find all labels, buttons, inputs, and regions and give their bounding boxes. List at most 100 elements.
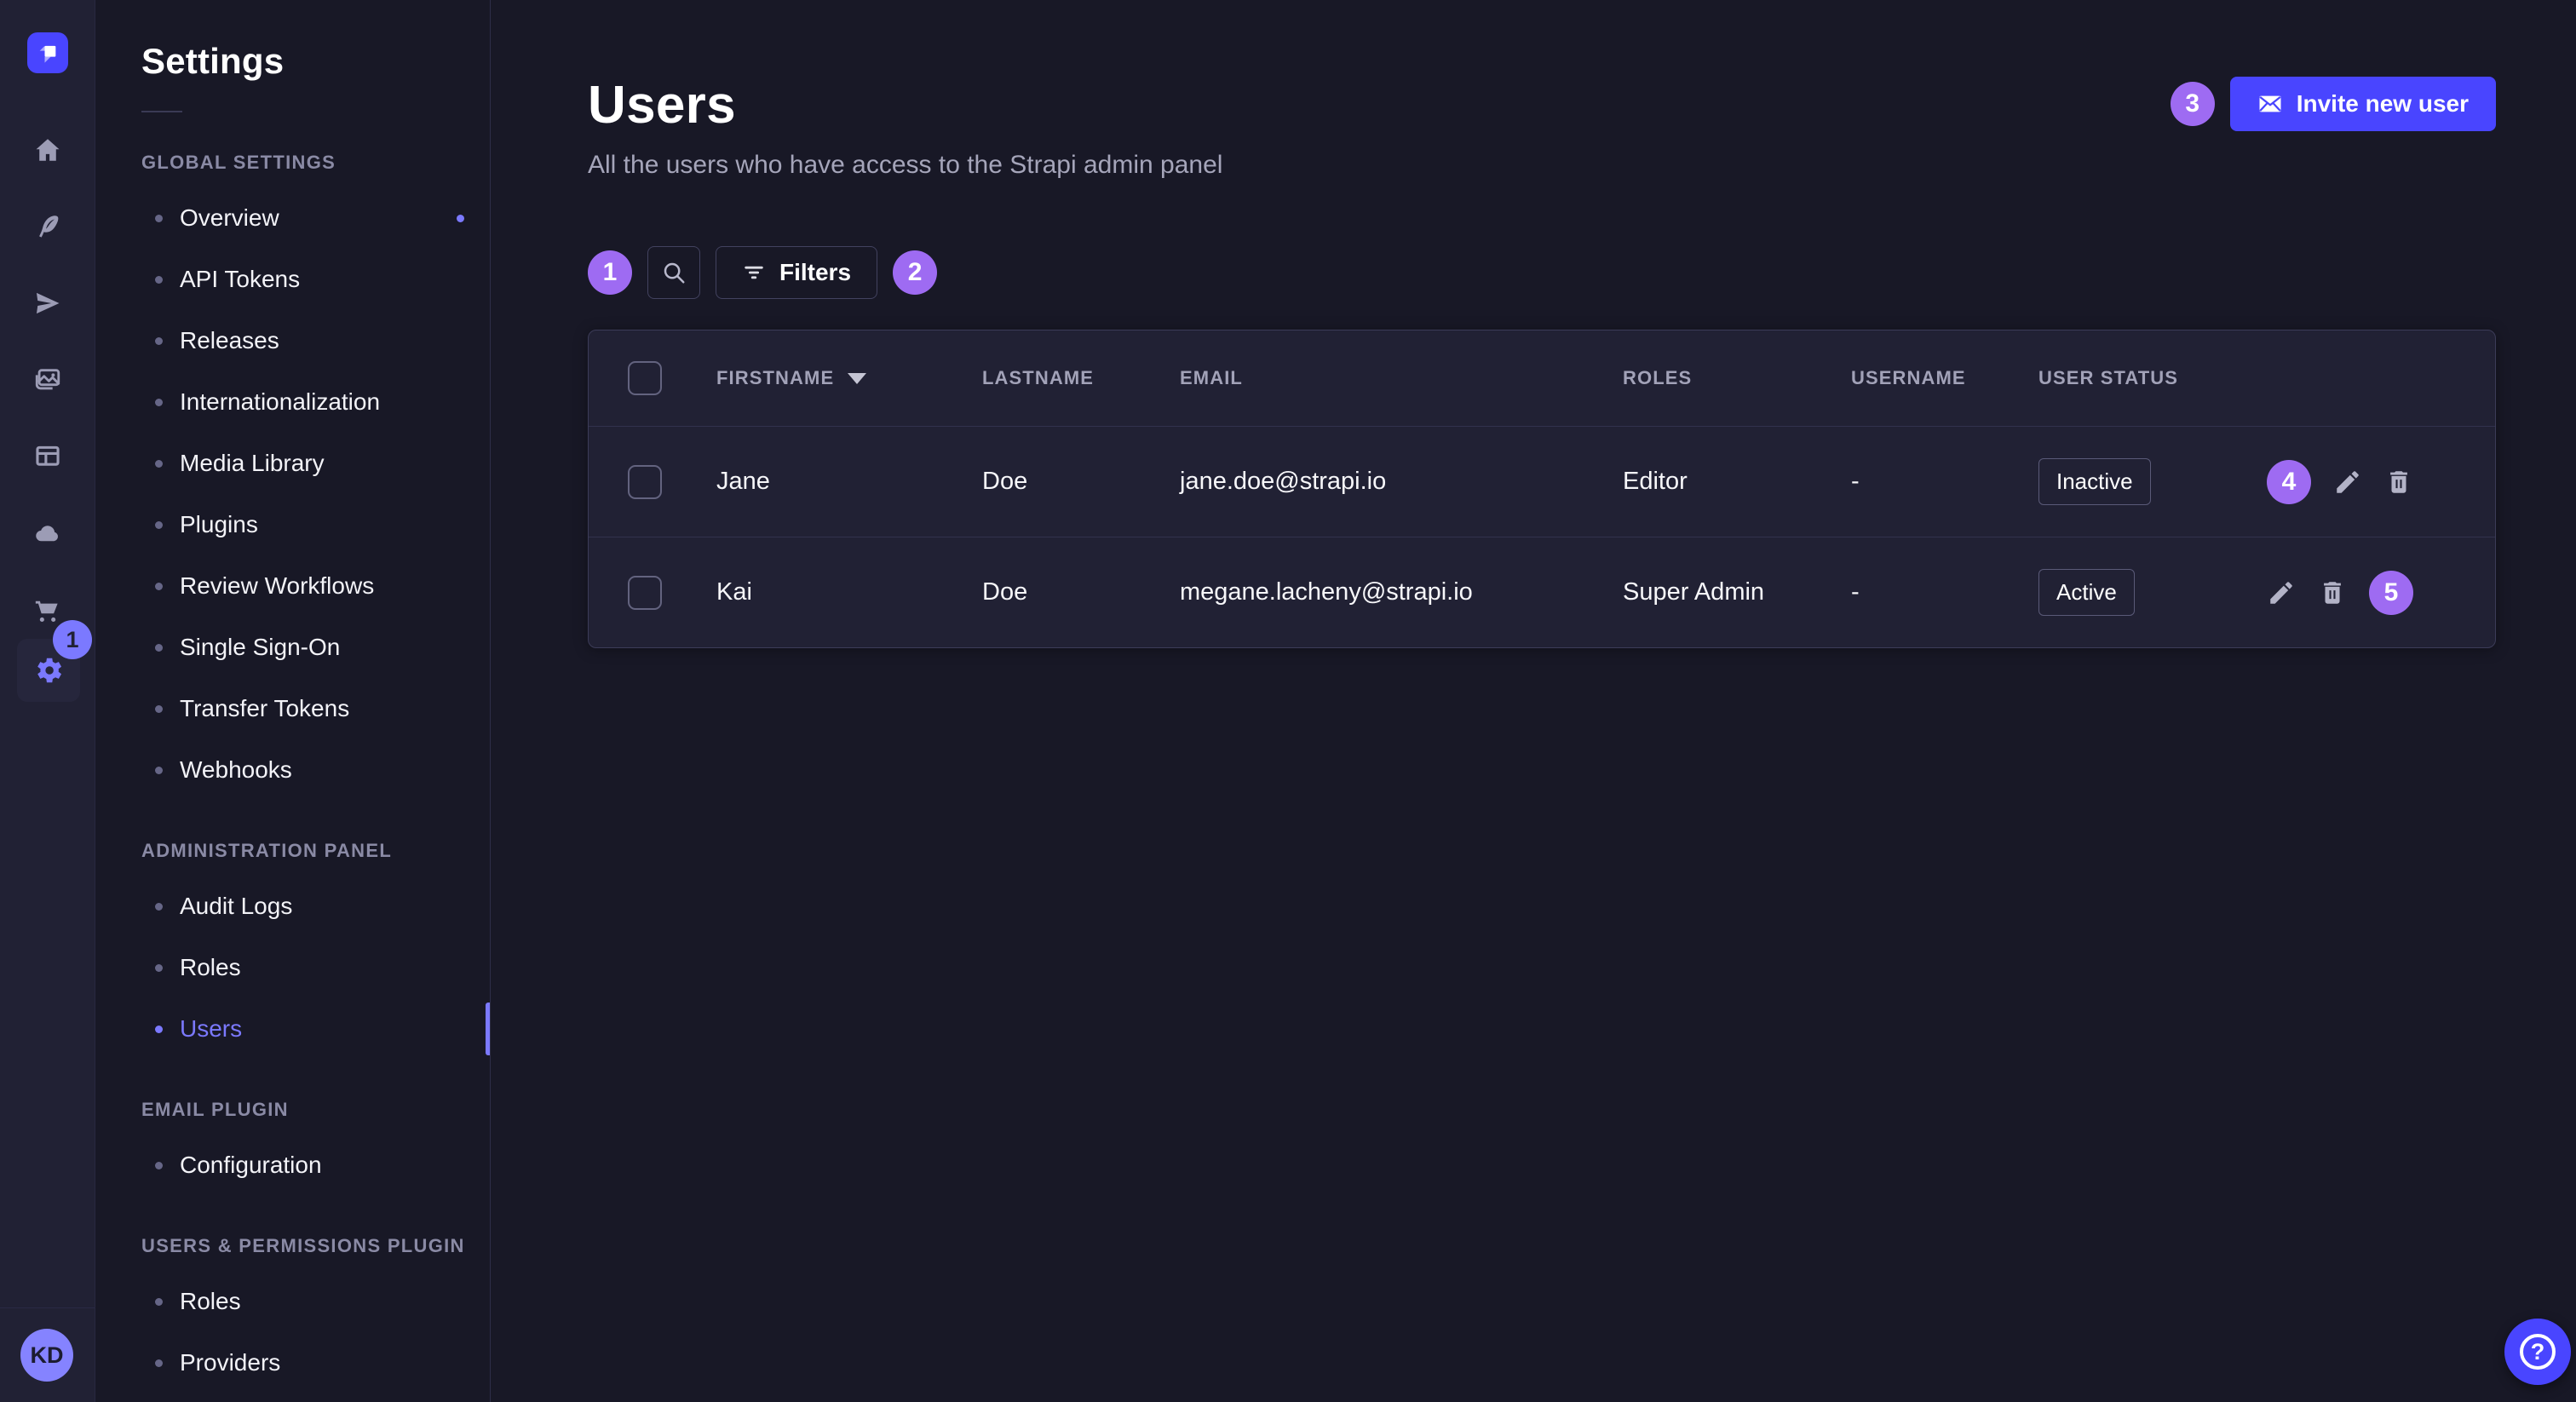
sidebar-item-providers[interactable]: Providers: [95, 1332, 490, 1393]
status-badge: Active: [2038, 569, 2135, 616]
envelope-icon: [2257, 91, 2283, 117]
sidebar-item-admin-roles[interactable]: Roles: [95, 937, 490, 998]
table-row: Kai Doe megane.lacheny@strapi.io Super A…: [589, 537, 2495, 647]
sidebar-item-webhooks[interactable]: Webhooks: [95, 739, 490, 801]
sidebar-item-users[interactable]: Users: [95, 998, 490, 1060]
cell-lastname: Doe: [972, 578, 1170, 606]
nav-content-type-builder-icon[interactable]: [24, 433, 72, 480]
column-header-username: USERNAME: [1841, 367, 2028, 389]
cell-username: -: [1841, 468, 2028, 496]
bullet-icon: [155, 1162, 163, 1169]
bullet-icon: [155, 964, 163, 972]
help-button[interactable]: ?: [2504, 1319, 2571, 1385]
sidebar-title: Settings: [95, 41, 490, 82]
main-content: Users All the users who have access to t…: [491, 0, 2576, 1402]
invite-new-user-button[interactable]: Invite new user: [2230, 77, 2496, 131]
sidebar-item-single-sign-on[interactable]: Single Sign-On: [95, 617, 490, 678]
cell-firstname: Jane: [706, 468, 972, 496]
nav-settings-icon[interactable]: 1: [17, 639, 80, 702]
rail-divider: [0, 1307, 95, 1308]
edit-user-button[interactable]: [2333, 468, 2362, 497]
column-header-roles: ROLES: [1613, 367, 1841, 389]
email-plugin-list: Configuration: [95, 1135, 490, 1196]
column-header-lastname: LASTNAME: [972, 367, 1170, 389]
page-title: Users: [588, 75, 1222, 135]
section-global-settings: GLOBAL SETTINGS: [95, 152, 490, 174]
sidebar-item-review-workflows[interactable]: Review Workflows: [95, 555, 490, 617]
sidebar-item-up-roles[interactable]: Roles: [95, 1271, 490, 1332]
column-header-user-status: USER STATUS: [2028, 367, 2267, 389]
bullet-icon: [155, 1298, 163, 1306]
sidebar-item-internationalization[interactable]: Internationalization: [95, 371, 490, 433]
bullet-icon: [155, 644, 163, 652]
search-button[interactable]: [647, 246, 700, 299]
global-settings-list: Overview API Tokens Releases Internation…: [95, 187, 490, 801]
sidebar-item-audit-logs[interactable]: Audit Logs: [95, 876, 490, 937]
bullet-icon: [155, 337, 163, 345]
column-header-firstname: FIRSTNAME: [716, 367, 834, 389]
nav-media-library-icon[interactable]: [24, 356, 72, 404]
strapi-logo-icon: [36, 41, 60, 65]
nav-deploy-cloud-icon[interactable]: [24, 509, 72, 557]
select-all-checkbox[interactable]: [628, 361, 662, 395]
cell-username: -: [1841, 578, 2028, 606]
row-checkbox[interactable]: [628, 465, 662, 499]
table-row: Jane Doe jane.doe@strapi.io Editor - Ina…: [589, 426, 2495, 537]
sort-desc-icon[interactable]: [848, 373, 866, 384]
annotation-badge-3: 3: [2171, 82, 2215, 126]
bullet-icon: [155, 521, 163, 529]
administration-panel-list: Audit Logs Roles Users: [95, 876, 490, 1060]
settings-notification-badge: 1: [53, 620, 92, 659]
nav-releases-icon[interactable]: [24, 279, 72, 327]
column-header-email: EMAIL: [1170, 367, 1613, 389]
sidebar-item-api-tokens[interactable]: API Tokens: [95, 249, 490, 310]
sidebar-item-transfer-tokens[interactable]: Transfer Tokens: [95, 678, 490, 739]
table-toolbar: 1 Filters 2: [588, 246, 2496, 299]
bullet-icon: [155, 767, 163, 774]
cell-firstname: Kai: [706, 578, 972, 606]
bullet-icon: [155, 276, 163, 284]
section-administration-panel: ADMINISTRATION PANEL: [95, 840, 490, 862]
bullet-icon: [155, 1359, 163, 1367]
main-nav-rail: 1 KD: [0, 0, 95, 1402]
section-email-plugin: EMAIL PLUGIN: [95, 1099, 490, 1121]
search-icon: [661, 260, 687, 285]
delete-user-button[interactable]: [2384, 468, 2413, 497]
cell-roles: Editor: [1613, 468, 1841, 496]
users-permissions-list: Roles Providers: [95, 1271, 490, 1393]
sidebar-item-releases[interactable]: Releases: [95, 310, 490, 371]
strapi-logo[interactable]: [27, 32, 68, 73]
page-header: Users All the users who have access to t…: [588, 75, 2496, 180]
sidebar-title-divider: [141, 111, 182, 112]
bullet-icon: [155, 215, 163, 222]
bullet-icon: [155, 399, 163, 406]
bullet-icon: [155, 583, 163, 590]
sidebar-item-overview[interactable]: Overview: [95, 187, 490, 249]
bullet-icon: [155, 903, 163, 911]
bullet-icon: [155, 705, 163, 713]
page-subtitle: All the users who have access to the Str…: [588, 151, 1222, 180]
annotation-badge-1: 1: [588, 250, 632, 295]
overview-notification-dot: [457, 215, 464, 222]
cell-lastname: Doe: [972, 468, 1170, 496]
nav-content-manager-icon[interactable]: [24, 203, 72, 250]
pencil-icon: [2267, 578, 2296, 607]
annotation-badge-4: 4: [2267, 460, 2311, 504]
user-avatar[interactable]: KD: [20, 1329, 73, 1382]
sidebar-item-configuration[interactable]: Configuration: [95, 1135, 490, 1196]
edit-user-button[interactable]: [2267, 578, 2296, 607]
nav-home-icon[interactable]: [24, 126, 72, 174]
annotation-badge-5: 5: [2369, 571, 2413, 615]
annotation-badge-2: 2: [893, 250, 937, 295]
section-users-permissions-plugin: USERS & PERMISSIONS PLUGIN: [95, 1235, 490, 1257]
trash-icon: [2318, 578, 2347, 607]
settings-sidebar: Settings GLOBAL SETTINGS Overview API To…: [95, 0, 491, 1402]
filter-icon: [742, 261, 766, 284]
filters-button[interactable]: Filters: [716, 246, 877, 299]
row-checkbox[interactable]: [628, 576, 662, 610]
sidebar-item-plugins[interactable]: Plugins: [95, 494, 490, 555]
status-badge: Inactive: [2038, 458, 2151, 505]
table-header-row: FIRSTNAME LASTNAME EMAIL ROLES USERNAME …: [589, 330, 2495, 426]
sidebar-item-media-library[interactable]: Media Library: [95, 433, 490, 494]
delete-user-button[interactable]: [2318, 578, 2347, 607]
